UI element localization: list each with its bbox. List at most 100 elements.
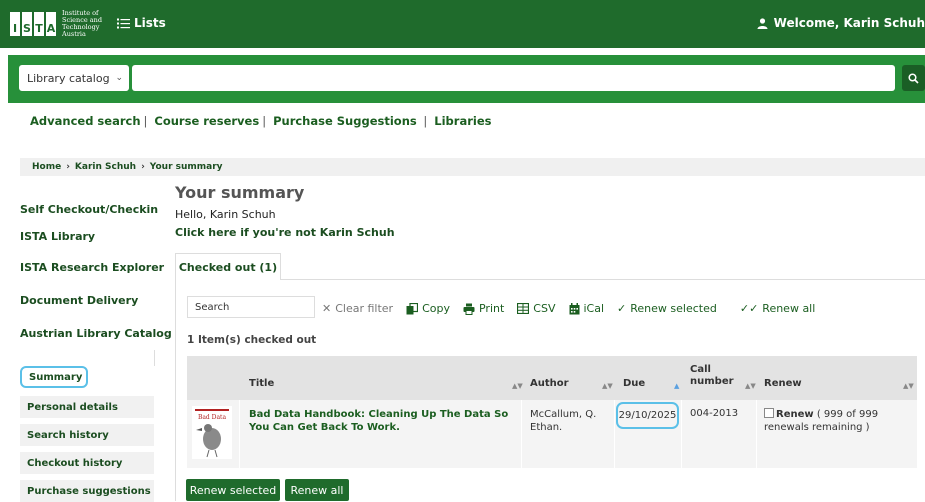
sidebar-link-austrian-catalog[interactable]: Austrian Library Catalog <box>20 327 172 340</box>
catalog-select-value: Library catalog <box>27 71 110 85</box>
sidebar-item-checkout-history[interactable]: Checkout history <box>20 452 154 474</box>
cell-divider <box>521 400 522 468</box>
clear-filter-button[interactable]: ✕ Clear filter <box>322 302 393 315</box>
copy-label: Copy <box>422 302 450 315</box>
renew-selected-link[interactable]: ✓ Renew selected <box>617 302 717 315</box>
cell-divider <box>681 400 682 468</box>
sidebar-link-ista-library[interactable]: ISTA Library <box>20 230 95 243</box>
advanced-search-link[interactable]: Advanced search <box>30 114 141 128</box>
sort-ascending-icon: ▲ <box>674 382 680 390</box>
logo-letter: T <box>34 12 44 36</box>
table-toolbar: ✕ Clear filter Copy Print CSV iCal ✓ Ren… <box>322 302 828 315</box>
logo-line: Austria <box>62 30 86 38</box>
table-search-input[interactable]: Search <box>187 296 315 318</box>
ical-button[interactable]: iCal <box>569 302 605 315</box>
chevron-right-icon: › <box>141 162 145 172</box>
close-icon: ✕ <box>322 302 332 315</box>
catalog-select[interactable]: Library catalog ⌄ <box>19 65 129 91</box>
search-button[interactable] <box>902 65 925 91</box>
column-header-renew[interactable]: Renew <box>764 378 802 390</box>
logo-letter: A <box>46 12 56 36</box>
search-bar: Library catalog ⌄ <box>8 55 925 103</box>
breadcrumb-user[interactable]: Karin Schuh <box>75 162 136 172</box>
sidebar-divider <box>20 350 155 366</box>
column-header-call-number[interactable]: Call number <box>690 364 734 388</box>
checkouts-table-header: Title ▲▼ Author ▲▼ Due ▲ Call number ▲▼ … <box>187 356 917 400</box>
sidebar-item-summary[interactable]: Summary <box>20 366 88 388</box>
greeting-text: Hello, Karin Schuh <box>175 208 276 221</box>
print-icon <box>463 303 475 315</box>
copy-button[interactable]: Copy <box>406 302 450 315</box>
sidebar-link-research-explorer[interactable]: ISTA Research Explorer <box>20 261 164 274</box>
purchase-suggestions-link[interactable]: Purchase Suggestions <box>273 114 417 128</box>
ista-logo[interactable]: I S T A Institute of Science and Technol… <box>10 8 102 40</box>
renew-all-link[interactable]: ✓✓ Renew all <box>740 302 815 315</box>
renew-checkbox[interactable] <box>764 408 774 418</box>
chevron-right-icon: › <box>66 162 70 172</box>
sidebar-item-purchase-suggestions[interactable]: Purchase suggestions <box>20 480 154 502</box>
chevron-down-icon: ⌄ <box>115 73 123 83</box>
call-number-cell: 004-2013 <box>690 408 739 419</box>
not-user-link[interactable]: Click here if you're not Karin Schuh <box>175 226 395 239</box>
user-icon <box>757 17 768 29</box>
table-icon <box>517 303 530 314</box>
book-cover-image[interactable]: Bad Data <box>192 406 232 459</box>
libraries-link[interactable]: Libraries <box>434 114 491 128</box>
tab-checked-out[interactable]: Checked out (1) <box>175 253 281 280</box>
sidebar-item-search-history[interactable]: Search history <box>20 424 154 446</box>
search-icon <box>908 72 919 84</box>
logo-mark: I S T A <box>10 12 56 36</box>
column-header-title[interactable]: Title <box>249 378 274 390</box>
csv-button[interactable]: CSV <box>517 302 556 315</box>
column-header-call-line: Call <box>690 364 711 375</box>
course-reserves-link[interactable]: Course reserves <box>154 114 259 128</box>
user-menu[interactable]: Welcome, Karin Schuh <box>757 16 925 30</box>
search-input[interactable] <box>132 65 895 91</box>
more-searches: Advanced search | Course reserves | Purcha… <box>30 114 492 128</box>
welcome-text: Welcome, Karin Schuh <box>773 16 925 30</box>
sidebar-item-personal-details[interactable]: Personal details <box>20 396 154 418</box>
sidebar-link-self-checkout[interactable]: Self Checkout/Checkin <box>20 203 158 216</box>
print-label: Print <box>478 302 505 315</box>
cell-divider <box>756 400 757 468</box>
sort-icon: ▲▼ <box>903 382 914 390</box>
clear-filter-label: Clear filter <box>335 302 394 315</box>
sidebar-link-document-delivery[interactable]: Document Delivery <box>20 294 138 307</box>
copy-icon <box>406 302 419 314</box>
column-header-due[interactable]: Due <box>623 378 645 390</box>
print-button[interactable]: Print <box>463 302 504 315</box>
logo-text: Institute of Science and Technology Aust… <box>62 10 102 38</box>
column-header-author[interactable]: Author <box>530 378 569 390</box>
logo-letter: S <box>22 12 32 36</box>
list-icon <box>117 18 130 28</box>
renew-all-button[interactable]: Renew all <box>285 479 349 501</box>
breadcrumb: Home › Karin Schuh › Your summary <box>20 158 925 176</box>
page-title: Your summary <box>175 183 305 202</box>
sort-icon: ▲▼ <box>512 382 523 390</box>
cell-divider <box>614 400 615 468</box>
renew-all-label: Renew all <box>762 302 816 315</box>
items-count: 1 Item(s) checked out <box>187 334 317 346</box>
lists-label: Lists <box>134 16 166 30</box>
breadcrumb-home[interactable]: Home <box>32 162 61 172</box>
lists-button[interactable]: Lists <box>117 16 166 30</box>
check-icon: ✓ <box>617 302 627 315</box>
sort-icon: ▲▼ <box>602 382 613 390</box>
renew-selected-label: Renew selected <box>630 302 717 315</box>
cover-title-text: Bad Data <box>198 414 227 421</box>
author-cell: McCallum, Q. Ethan. <box>530 409 597 433</box>
logo-letter: I <box>10 12 20 36</box>
double-check-icon: ✓✓ <box>739 302 759 315</box>
csv-label: CSV <box>533 302 556 315</box>
renew-link[interactable]: Renew <box>776 409 814 420</box>
renew-selected-button[interactable]: Renew selected <box>186 479 280 501</box>
book-cover-art: Bad Data <box>192 406 232 459</box>
calendar-icon <box>569 302 579 314</box>
ical-label: iCal <box>583 302 605 315</box>
breadcrumb-current: Your summary <box>149 162 223 172</box>
book-title-link[interactable]: Bad Data Handbook: Cleaning Up The Data … <box>249 408 519 434</box>
due-date-cell: 29/10/2025 <box>616 402 679 429</box>
column-header-number-line: number <box>690 376 734 387</box>
top-navbar: I S T A Institute of Science and Technol… <box>0 0 925 48</box>
sort-icon: ▲▼ <box>745 382 756 390</box>
